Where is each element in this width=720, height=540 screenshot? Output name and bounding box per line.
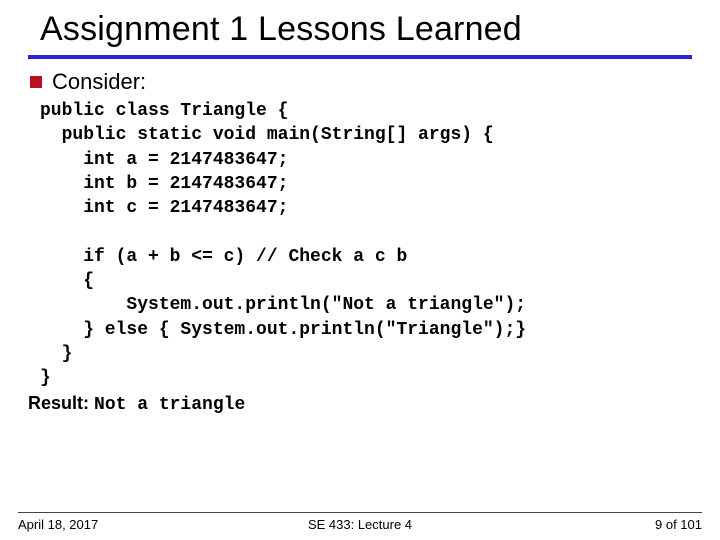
code-line: } — [40, 368, 51, 388]
code-line: System.out.println("Not a triangle"); — [40, 295, 526, 315]
result-label: Result: — [28, 393, 94, 413]
code-block: public class Triangle { public static vo… — [40, 99, 692, 391]
footer-date: April 18, 2017 — [18, 517, 98, 532]
code-line: int c = 2147483647; — [40, 198, 288, 218]
bullet-icon — [30, 76, 42, 88]
code-line: if (a + b <= c) // Check a c b — [40, 247, 407, 267]
code-line: int a = 2147483647; — [40, 150, 288, 170]
code-line: } — [40, 344, 72, 364]
title-underline — [28, 55, 692, 59]
bullet-text: Consider: — [52, 69, 146, 95]
code-line: public class Triangle { — [40, 101, 288, 121]
result-value: Not a triangle — [94, 395, 245, 415]
bullet-row: Consider: — [28, 69, 692, 95]
code-line: int b = 2147483647; — [40, 174, 288, 194]
footer-center: SE 433: Lecture 4 — [308, 517, 412, 532]
result-row: Result: Not a triangle — [28, 391, 692, 417]
footer-page: 9 of 101 — [655, 517, 702, 532]
code-line: { — [40, 271, 94, 291]
code-line: } else { System.out.println("Triangle");… — [40, 320, 526, 340]
footer-divider — [18, 512, 702, 513]
code-line: public static void main(String[] args) { — [40, 125, 494, 145]
slide-title: Assignment 1 Lessons Learned — [28, 10, 692, 49]
